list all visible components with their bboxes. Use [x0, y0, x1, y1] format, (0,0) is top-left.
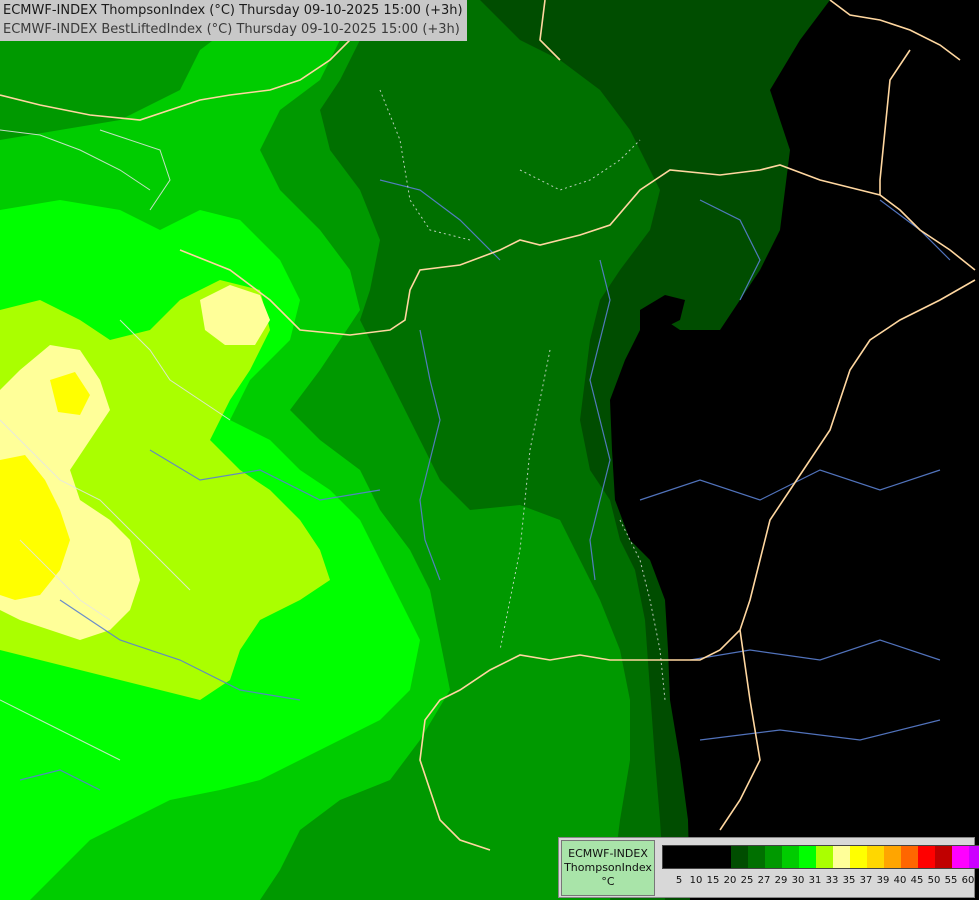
map-title-box: ECMWF-INDEX ThompsonIndex (°C) Thursday …: [0, 0, 467, 41]
legend-tick-label: 30: [791, 875, 805, 886]
legend-tick-label: 29: [774, 875, 788, 886]
legend-swatch: [884, 846, 901, 868]
legend-tick-labels: 5 10 15 20 25 27 29 30 31 33 35 37 39 40 45 50 55 60: [662, 875, 975, 889]
legend-tick-label: 15: [706, 875, 720, 886]
legend-swatch: [782, 846, 799, 868]
legend-swatch: [969, 846, 979, 868]
legend-swatch: [680, 846, 697, 868]
legend-swatch: [731, 846, 748, 868]
weather-map: [0, 0, 979, 900]
legend-tick-label: 10: [689, 875, 703, 886]
legend-swatch: [748, 846, 765, 868]
legend-tick-label: 50: [927, 875, 941, 886]
legend-tick-label: 55: [944, 875, 958, 886]
legend-tick-label: 45: [910, 875, 924, 886]
legend-label-box: ECMWF-INDEX ThompsonIndex °C: [561, 840, 655, 896]
legend-swatch: [901, 846, 918, 868]
legend-tick-label: 60: [961, 875, 975, 886]
title-best-lifted-index: ECMWF-INDEX BestLiftedIndex (°C) Thursda…: [3, 22, 460, 37]
legend-swatch: [952, 846, 969, 868]
color-legend: ECMWF-INDEX ThompsonIndex °C 5 10 15 20 25 27…: [558, 837, 979, 898]
legend-tick-label: 27: [757, 875, 771, 886]
legend-tick-label: 31: [808, 875, 822, 886]
legend-color-scale: [662, 845, 979, 869]
legend-tick-label: 37: [859, 875, 873, 886]
legend-swatch: [850, 846, 867, 868]
legend-unit: °C: [601, 875, 615, 888]
legend-tick-label: 25: [740, 875, 754, 886]
legend-tick-label: 35: [842, 875, 856, 886]
legend-tick-label: 40: [893, 875, 907, 886]
legend-swatch: [816, 846, 833, 868]
legend-tick-label: 5: [675, 875, 683, 886]
legend-swatch: [714, 846, 731, 868]
legend-swatch: [765, 846, 782, 868]
title-thompson-index: ECMWF-INDEX ThompsonIndex (°C) Thursday …: [3, 3, 463, 18]
legend-tick-label: 20: [723, 875, 737, 886]
legend-swatch: [833, 846, 850, 868]
legend-swatch: [935, 846, 952, 868]
legend-swatch: [663, 846, 680, 868]
legend-model: ECMWF-INDEX: [568, 847, 648, 860]
legend-swatch: [918, 846, 935, 868]
legend-parameter: ThompsonIndex: [564, 861, 652, 874]
legend-tick-label: 33: [825, 875, 839, 886]
legend-swatch: [799, 846, 816, 868]
legend-tick-label: 39: [876, 875, 890, 886]
legend-swatch: [697, 846, 714, 868]
legend-swatch: [867, 846, 884, 868]
